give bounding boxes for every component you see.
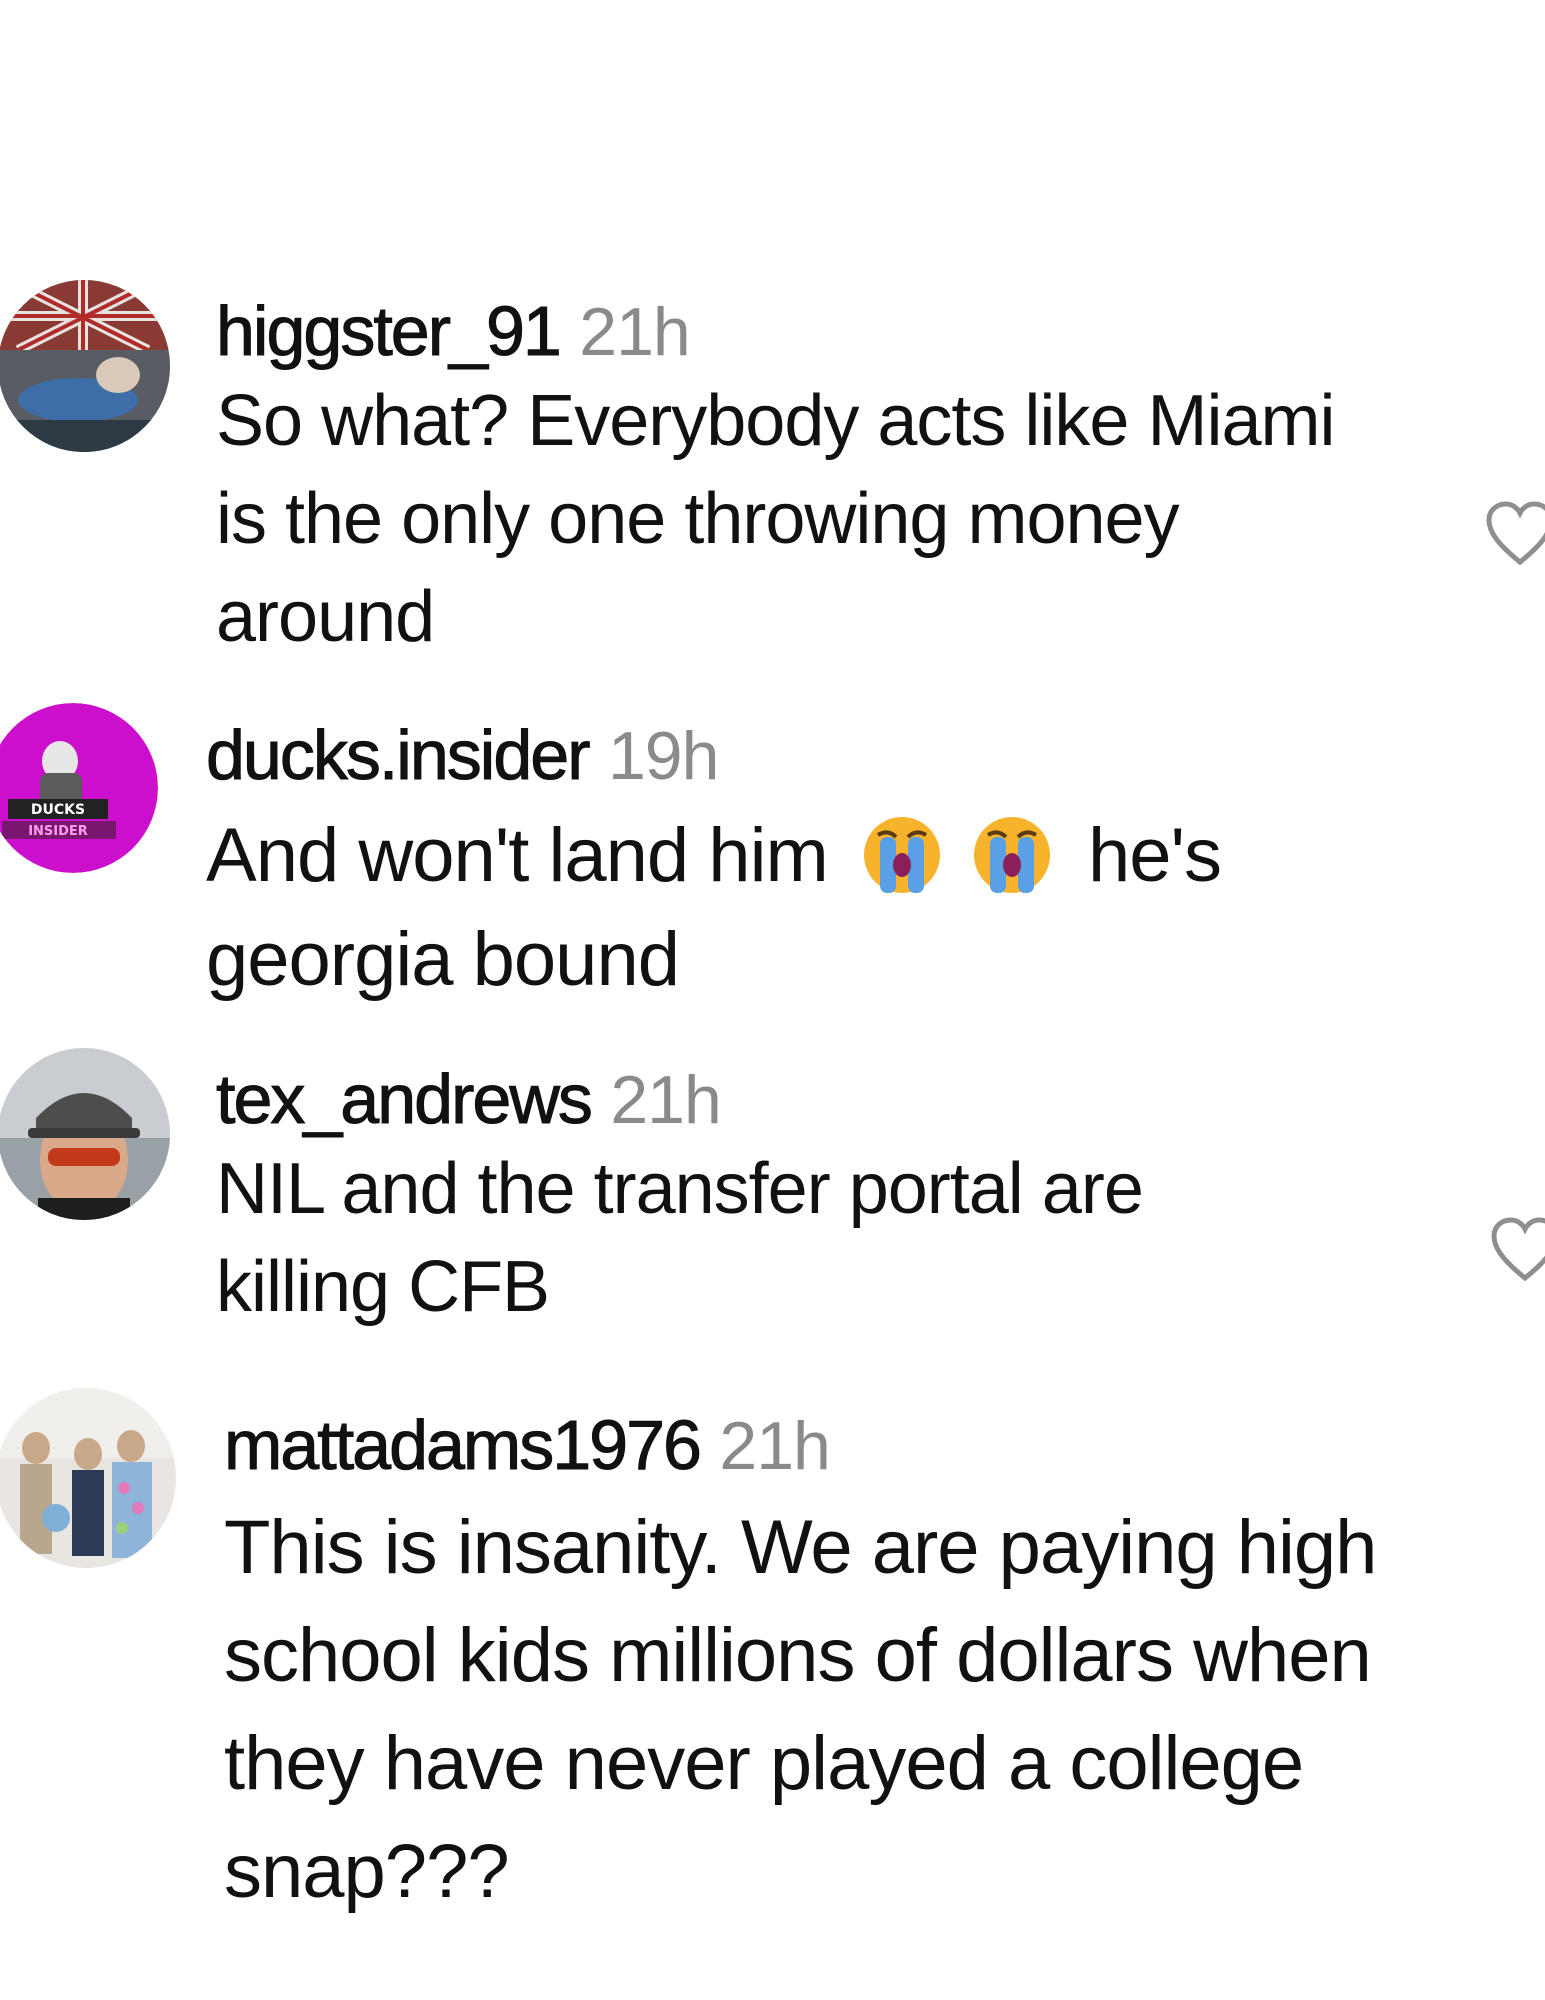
avatar[interactable]	[0, 1048, 170, 1220]
avatar-photo-matt	[0, 1388, 176, 1568]
username[interactable]: mattadams1976	[224, 1406, 703, 1484]
timestamp: 21h	[719, 1408, 830, 1484]
heart-icon[interactable]	[1490, 1216, 1545, 1286]
username[interactable]: higgster_91	[216, 292, 563, 370]
timestamp: 21h	[610, 1062, 721, 1138]
timestamp: 19h	[607, 718, 719, 794]
username[interactable]: ducks.insider	[206, 716, 592, 794]
avatar[interactable]	[0, 1388, 176, 1568]
avatar-photo-higgster	[0, 280, 170, 452]
heart-icon[interactable]	[1485, 500, 1545, 570]
avatar-text-top: DUCKS	[31, 802, 85, 818]
timestamp: 21h	[579, 294, 690, 370]
avatar-text-bottom: INSIDER	[28, 824, 88, 839]
comment-text: NIL and the transfer portal are killing …	[216, 1149, 1144, 1327]
avatar[interactable]	[0, 280, 170, 452]
comment-text: And won't land him he's georgia bound	[206, 813, 1222, 1002]
loudly-crying-face-emoji	[863, 817, 940, 893]
avatar[interactable]: DUCKS INSIDER	[0, 703, 158, 873]
comment-text: This is insanity. We are paying high sch…	[224, 1505, 1377, 1914]
comment-text: So what? Everybody acts like Miami is th…	[216, 381, 1335, 657]
username[interactable]: tex_andrews	[216, 1060, 594, 1138]
avatar-logo-ducks-insider: DUCKS INSIDER	[0, 703, 158, 873]
avatar-photo-tex	[0, 1048, 170, 1220]
loudly-crying-face-emoji	[973, 817, 1050, 893]
